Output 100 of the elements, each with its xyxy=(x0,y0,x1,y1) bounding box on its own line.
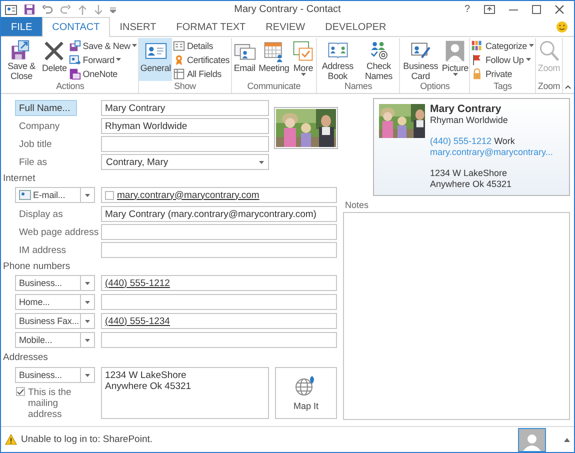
field-label: Company xyxy=(18,120,61,132)
ribbon-button[interactable]: Meeting xyxy=(258,38,290,81)
section-heading: Addresses xyxy=(3,351,49,364)
card-name: Mary Contrary xyxy=(430,104,502,115)
ribbon-button[interactable]: Check Names xyxy=(358,38,400,81)
person-silhouette-icon xyxy=(522,432,542,450)
checkbox[interactable] xyxy=(105,190,114,200)
close-icon[interactable] xyxy=(555,5,564,14)
caret-icon xyxy=(85,338,90,342)
ribbon-button[interactable]: Categorize xyxy=(470,39,535,52)
ribbon-button[interactable]: Delete xyxy=(40,38,68,81)
group-label: Options xyxy=(420,81,450,92)
input-field[interactable]: Mary Contrary xyxy=(101,100,269,116)
section-heading: Phone numbers xyxy=(3,260,72,273)
ribbon-button[interactable]: Save & Close xyxy=(2,38,41,81)
customize-icon[interactable] xyxy=(110,6,116,12)
minimize-icon[interactable] xyxy=(509,8,518,10)
ribbon-button[interactable]: Picture xyxy=(440,38,470,81)
full-name-button[interactable]: Full Name... xyxy=(15,100,77,116)
input-field[interactable] xyxy=(101,136,269,152)
caret-icon xyxy=(85,374,90,376)
file-as-dropdown[interactable]: Contrary, Mary xyxy=(101,154,269,170)
input-field[interactable] xyxy=(101,332,337,348)
caret-icon xyxy=(85,194,90,196)
form-icon xyxy=(172,40,185,52)
selector-button[interactable]: E-mail... xyxy=(16,188,81,202)
group-label: Show xyxy=(174,81,196,92)
ribbon-button[interactable]: Details xyxy=(172,39,231,52)
expand-icon[interactable] xyxy=(564,438,570,442)
caret-icon xyxy=(116,58,122,61)
help-button[interactable]: ? xyxy=(464,4,470,15)
caret-icon xyxy=(85,300,90,304)
contact-card-icon xyxy=(19,190,31,200)
address-field[interactable]: 1234 W LakeShore Anywhere Ok 45321 xyxy=(101,367,269,419)
checkbox[interactable] xyxy=(16,387,25,396)
section-heading: Internet xyxy=(3,172,36,185)
input-field[interactable]: (440) 555-1234 xyxy=(101,313,337,329)
field-label: IM address xyxy=(18,244,67,256)
x-icon xyxy=(42,39,66,63)
ribbon-button[interactable]: General xyxy=(139,38,172,81)
input-field[interactable] xyxy=(101,294,337,310)
ribbon-button[interactable]: Save & New xyxy=(68,39,138,52)
notes-label: Notes xyxy=(344,200,370,210)
card-address: 1234 W LakeShore xyxy=(430,168,508,179)
notebook-icon xyxy=(68,68,81,80)
color-squares-icon xyxy=(471,40,484,52)
input-field[interactable] xyxy=(101,242,337,258)
input-field[interactable]: Mary Contrary (mary.contrary@marycontrary.com) xyxy=(101,206,337,222)
group-label: Communicate xyxy=(247,81,301,92)
field-label: Job title xyxy=(18,138,53,150)
floppy-disk-icon xyxy=(68,40,81,52)
window-title: Mary Contrary - Contact xyxy=(234,4,341,15)
ribbon-button[interactable]: Forward xyxy=(68,53,138,66)
field-label: Web page address xyxy=(18,226,100,238)
field-label: Display as xyxy=(18,208,64,220)
status-message: Unable to log in to: SharePoint. xyxy=(21,434,153,445)
ribbon-button[interactable]: All Fields xyxy=(172,67,231,80)
card-phone: (440) 555-1212 Work xyxy=(430,136,516,147)
ribbon-button[interactable]: Business Card xyxy=(400,38,441,81)
caret-icon xyxy=(529,44,534,47)
map-it-button[interactable]: Map It xyxy=(275,367,337,419)
restore-icon[interactable] xyxy=(484,5,495,14)
group-label: Tags xyxy=(494,81,512,92)
group-label: Actions xyxy=(56,81,84,92)
flag-icon xyxy=(471,54,484,66)
smiley-icon[interactable] xyxy=(556,21,568,33)
caret-icon xyxy=(300,73,306,76)
ribbon-button[interactable]: Address Book xyxy=(317,38,358,81)
contact-card-icon xyxy=(68,54,81,66)
warning-icon xyxy=(5,434,17,445)
input-field[interactable]: Rhyman Worldwide xyxy=(101,118,269,134)
caret-icon xyxy=(132,44,138,47)
caret-icon xyxy=(452,73,458,76)
input-field[interactable] xyxy=(101,224,337,240)
table-icon xyxy=(172,68,185,80)
ribbon-button[interactable]: Follow Up xyxy=(470,53,535,66)
ribbon-button[interactable]: Email xyxy=(232,38,258,81)
contact-card-icon[interactable] xyxy=(5,4,17,14)
caret-icon xyxy=(85,320,90,322)
checklist-icon xyxy=(291,39,316,63)
email-field[interactable]: mary.contrary@marycontrary.com xyxy=(101,187,337,203)
caret-icon xyxy=(85,282,90,284)
ribbon-button[interactable]: Certificates xyxy=(172,53,231,66)
ribbon-button[interactable]: Private xyxy=(470,67,535,80)
caret-icon xyxy=(526,58,531,61)
save-icon[interactable] xyxy=(24,4,35,15)
ribbon-button[interactable]: More xyxy=(290,38,316,81)
magnifier-icon xyxy=(537,39,561,63)
ribbon-tab[interactable]: CONTACT xyxy=(42,17,110,37)
maximize-icon[interactable] xyxy=(532,5,541,14)
undo-icon[interactable] xyxy=(42,4,53,14)
field-label: File as xyxy=(18,156,48,168)
collapse-ribbon-icon[interactable] xyxy=(565,85,571,89)
avatar[interactable] xyxy=(518,428,546,452)
notes-field[interactable] xyxy=(343,212,570,420)
ribbon-tab[interactable]: FILE xyxy=(1,17,42,36)
card-address: Anywhere Ok 45321 xyxy=(430,179,513,190)
input-field[interactable]: (440) 555-1212 xyxy=(101,275,337,291)
group-label: Zoom xyxy=(538,81,560,92)
ribbon-button[interactable]: OneNote xyxy=(68,67,138,80)
